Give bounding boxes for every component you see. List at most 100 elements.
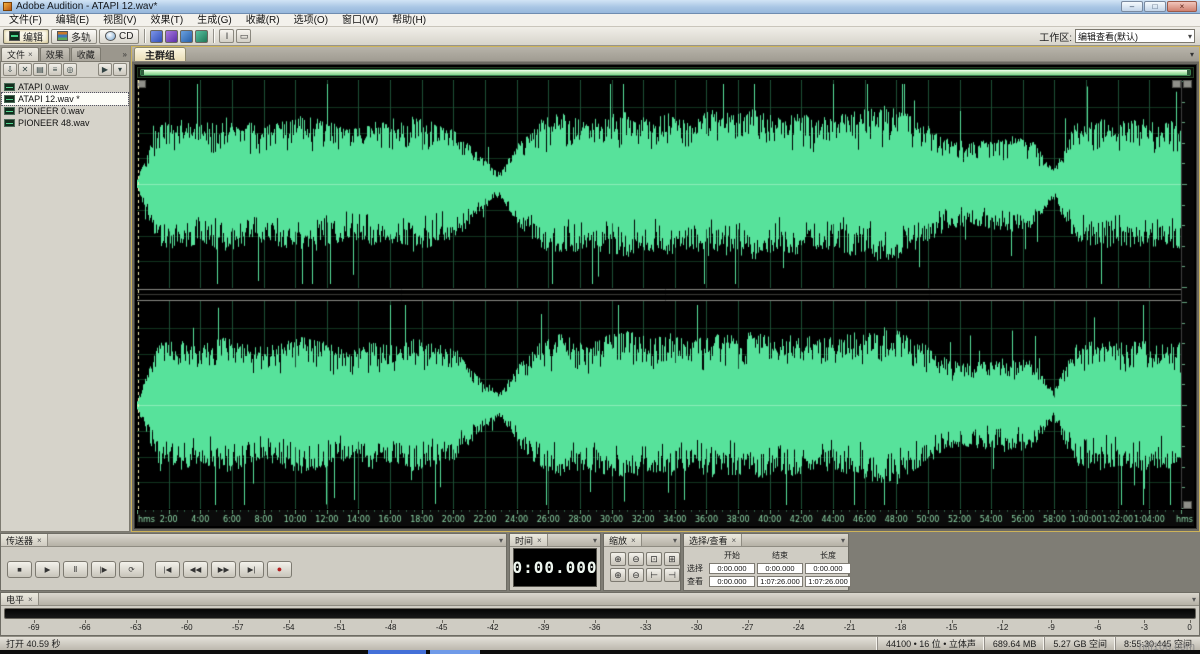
close-panel-icon[interactable]: × (631, 536, 636, 545)
go-to-end-button[interactable]: ▶| (239, 561, 264, 578)
level-meter[interactable] (4, 608, 1196, 619)
zoom-out-horizontal-button[interactable]: ⊖ (628, 552, 644, 566)
close-panel-icon[interactable]: × (537, 536, 542, 545)
go-to-beginning-button[interactable]: |◀ (155, 561, 180, 578)
tab-overflow-icon[interactable]: » (123, 50, 130, 61)
zoom-to-selection-button[interactable]: ⊡ (646, 552, 662, 566)
tab-收藏[interactable]: 收藏 (71, 47, 101, 61)
close-panel-icon[interactable]: × (28, 595, 33, 604)
time-display[interactable]: 0:00.000 (513, 548, 597, 587)
panel-menu-icon[interactable]: ▾ (841, 536, 848, 545)
files-panel: 文件×效果收藏 » ⇩✕▤≡◎ ▶▾ ATAPI 0.wavATAPI 12.wav… (0, 46, 130, 532)
import-file-icon[interactable]: ⇩ (3, 63, 17, 76)
cd-view-button[interactable]: CD (99, 29, 139, 44)
stop-button[interactable]: ■ (7, 561, 32, 578)
zoom-right-edge-button[interactable]: ⊣ (664, 568, 680, 582)
file-options-icon[interactable]: ▾ (113, 63, 127, 76)
edit-view-button[interactable]: 编辑 (3, 29, 49, 44)
menu-item[interactable]: 收藏(R) (239, 14, 287, 27)
menu-item[interactable]: 视图(V) (96, 14, 143, 27)
selection-value-field[interactable]: 1:07:26.000 (757, 576, 803, 587)
menu-item[interactable]: 帮助(H) (385, 14, 433, 27)
close-panel-icon[interactable]: × (732, 536, 737, 545)
tab-文件[interactable]: 文件× (1, 47, 39, 61)
menu-item[interactable]: 编辑(E) (49, 14, 96, 27)
levels-panel-tab[interactable]: 电平 × (1, 593, 39, 605)
zoom-in-horizontal-button[interactable]: ⊕ (610, 552, 626, 566)
time-selection-tool-icon[interactable]: I (219, 29, 234, 43)
toolbar-separator (213, 29, 214, 43)
watermark: hifi168.com (1139, 641, 1195, 653)
level-scale-label: -54 (283, 623, 295, 634)
close-button[interactable]: × (1167, 1, 1197, 12)
maximize-button[interactable]: □ (1144, 1, 1166, 12)
play-file-icon[interactable]: ▶ (98, 63, 112, 76)
levels-panel-header: 电平 × ▾ (1, 593, 1199, 606)
zoom-navigator-bar[interactable] (140, 69, 1191, 76)
transport-panel-tab[interactable]: 传送器 × (1, 534, 48, 546)
selection-panel-tab[interactable]: 选择/查看 × (684, 534, 742, 546)
taskbar-button[interactable] (430, 650, 480, 654)
menu-item[interactable]: 生成(G) (190, 14, 238, 27)
workspace-select[interactable]: 编辑查看(默认) ▾ (1075, 29, 1195, 43)
zoom-navigator[interactable] (137, 67, 1194, 78)
panel-menu-icon[interactable]: ▾ (499, 536, 506, 545)
chevron-down-icon: ▾ (1188, 32, 1192, 41)
panel-menu-icon[interactable]: ▾ (1190, 50, 1197, 61)
selection-value-field[interactable]: 1:07:26.000 (805, 576, 851, 587)
zoom-panel-tab[interactable]: 缩放 × (604, 534, 642, 546)
show-spectral-frequency-icon[interactable] (165, 30, 178, 43)
tab-main-group[interactable]: 主群组 (134, 47, 186, 61)
selection-value-field[interactable]: 0:00.000 (709, 576, 755, 587)
file-list-item[interactable]: PIONEER 0.wav (2, 105, 128, 117)
selection-value-field[interactable]: 0:00.000 (709, 563, 755, 574)
file-list-item[interactable]: ATAPI 0.wav (2, 81, 128, 93)
menu-item[interactable]: 选项(O) (287, 14, 335, 27)
waveform-display[interactable] (137, 80, 1194, 509)
fast-forward-button[interactable]: ▶▶ (211, 561, 236, 578)
close-panel-icon[interactable]: × (37, 536, 42, 545)
taskbar-button[interactable] (368, 650, 426, 654)
transport-buttons: ■▶Ⅱ|▶⟳ |◀◀◀▶▶▶|● (1, 547, 506, 591)
show-waveform-icon[interactable] (150, 30, 163, 43)
play-button[interactable]: ▶ (35, 561, 60, 578)
play-looped-button[interactable]: ⟳ (119, 561, 144, 578)
time-panel-tab[interactable]: 时间 × (510, 534, 548, 546)
status-free-space: 5.27 GB 空间 (1044, 637, 1115, 650)
menu-item[interactable]: 文件(F) (2, 14, 49, 27)
panel-menu-icon[interactable]: ▾ (593, 536, 600, 545)
file-list-item[interactable]: PIONEER 48.wav (2, 117, 128, 129)
panel-menu-icon[interactable]: ▾ (1192, 595, 1199, 604)
tab-效果[interactable]: 效果 (40, 47, 70, 61)
edit-file-icon[interactable]: ▤ (33, 63, 47, 76)
file-list-item[interactable]: ATAPI 12.wav * (2, 93, 128, 105)
selection-value-field[interactable]: 0:00.000 (757, 563, 803, 574)
zoom-out-full-button[interactable]: ⊞ (664, 552, 680, 566)
pause-button[interactable]: Ⅱ (63, 561, 88, 578)
multitrack-view-button[interactable]: 多轨 (51, 29, 97, 44)
menu-bar: 文件(F)编辑(E)视图(V)效果(T)生成(G)收藏(R)选项(O)窗口(W)… (0, 14, 1200, 27)
insert-into-multitrack-icon[interactable]: ≡ (48, 63, 62, 76)
close-file-icon[interactable]: ✕ (18, 63, 32, 76)
close-tab-icon[interactable]: × (28, 50, 33, 59)
show-spectral-phase-icon[interactable] (195, 30, 208, 43)
menu-item[interactable]: 效果(T) (143, 14, 190, 27)
timeline-ruler[interactable] (137, 510, 1194, 526)
zoom-left-edge-button[interactable]: ⊢ (646, 568, 662, 582)
insert-into-cd-icon[interactable]: ◎ (63, 63, 77, 76)
zoom-out-vertical-button[interactable]: ⊖ (628, 568, 644, 582)
window-title: Adobe Audition - ATAPI 12.wav* (16, 1, 157, 12)
record-button[interactable]: ● (267, 561, 292, 578)
panel-menu-icon[interactable]: ▾ (673, 536, 680, 545)
play-from-cursor-button[interactable]: |▶ (91, 561, 116, 578)
status-format: 44100 • 16 位 • 立体声 (877, 637, 984, 650)
zoom-in-vertical-button[interactable]: ⊕ (610, 568, 626, 582)
title-bar[interactable]: Adobe Audition - ATAPI 12.wav* –□× (0, 0, 1200, 14)
marquee-selection-tool-icon[interactable]: ▭ (236, 29, 251, 43)
minimize-button[interactable]: – (1121, 1, 1143, 12)
selection-value-field[interactable]: 0:00.000 (805, 563, 851, 574)
rewind-button[interactable]: ◀◀ (183, 561, 208, 578)
menu-item[interactable]: 窗口(W) (335, 14, 385, 27)
show-spectral-pan-icon[interactable] (180, 30, 193, 43)
workspace-area: 工作区: 编辑查看(默认) ▾ (1039, 29, 1197, 44)
